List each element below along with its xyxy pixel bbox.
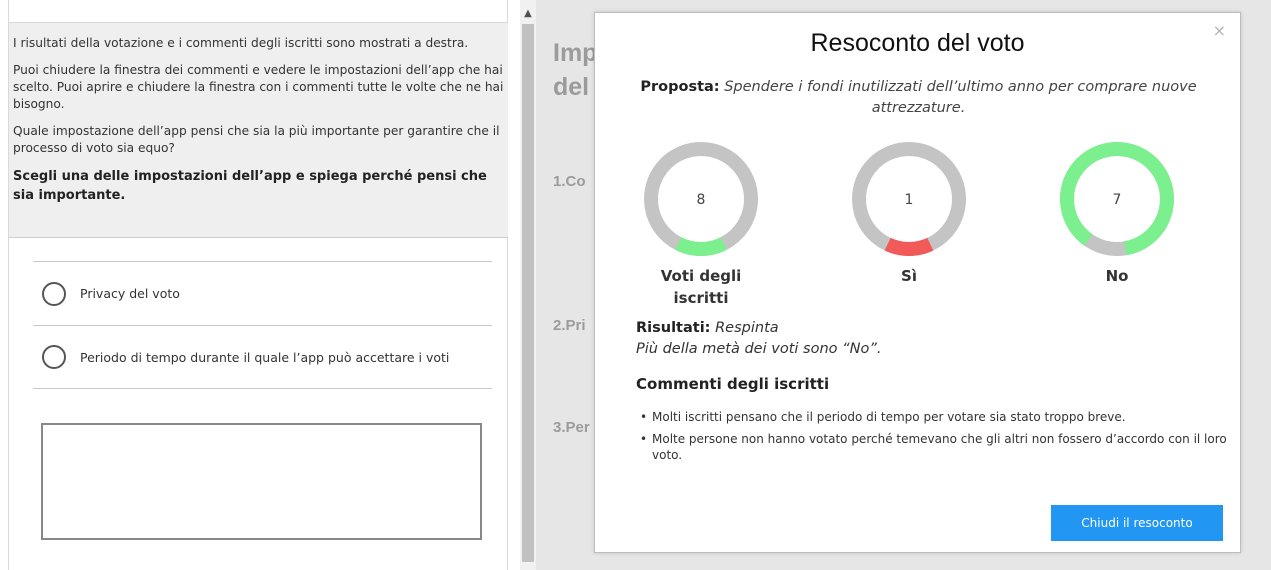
results: Risultati: Respinta Più della metà dei v…: [636, 318, 881, 360]
list-item: Molte persone non hanno votato perché te…: [637, 431, 1227, 463]
donut-svg: 7: [1060, 142, 1174, 256]
instruction-text: Scegli una delle impostazioni dell’app e…: [13, 169, 487, 203]
donut-chart-members: 8: [641, 139, 761, 259]
question-text: Quale impostazione dell’app pensi che si…: [13, 124, 500, 155]
donut-chart-yes: 1: [849, 139, 969, 259]
comments-title: Commenti degli iscritti: [636, 375, 830, 393]
intro-paragraph: Puoi chiudere la finestra dei commenti e…: [13, 63, 504, 111]
background-item: 3.Per: [553, 419, 590, 436]
results-note: Più della metà dei voti sono “No”.: [636, 341, 882, 357]
comments-list: Molti iscritti pensano che il periodo di…: [637, 409, 1227, 469]
proposal-text: Spendere i fondi inutilizzati dell’ultim…: [724, 79, 1197, 116]
question-panel: I risultati della votazione e i commenti…: [8, 0, 508, 570]
donut-svg: 8: [644, 142, 758, 256]
proposal: Proposta: Spendere i fondi inutilizzati …: [635, 77, 1202, 119]
options-list: Privacy del voto Periodo di tempo durant…: [33, 261, 492, 389]
scrollbar[interactable]: ▲: [520, 0, 536, 570]
radio-button[interactable]: [42, 281, 66, 306]
question-box: I risultati della votazione e i commenti…: [9, 22, 508, 238]
donut-value: 7: [1113, 192, 1122, 208]
modal-title: Resoconto del voto: [810, 29, 1025, 57]
close-report-button[interactable]: Chiudi il resoconto: [1051, 505, 1223, 541]
proposal-label: Proposta:: [640, 79, 720, 95]
radio-button[interactable]: [42, 345, 66, 369]
option-privacy[interactable]: Privacy del voto: [33, 261, 492, 325]
intro-paragraph: I risultati della votazione e i commenti…: [13, 36, 469, 50]
scroll-thumb[interactable]: [522, 24, 534, 562]
results-label: Risultati:: [636, 320, 711, 336]
option-label: Periodo di tempo durante il quale l’app …: [80, 349, 450, 365]
background-item: 2.Pri: [553, 317, 586, 334]
donut-chart-no: 7: [1057, 139, 1177, 259]
answer-textarea[interactable]: [41, 423, 482, 540]
donut-value: 1: [905, 192, 914, 208]
scroll-up-icon[interactable]: ▲: [520, 8, 536, 20]
option-time-period[interactable]: Periodo di tempo durante il quale l’app …: [33, 325, 492, 389]
donut-label: Sì: [901, 267, 917, 285]
option-label: Privacy del voto: [80, 286, 180, 301]
donut-svg: 1: [852, 142, 966, 256]
background-item: 1.Co: [553, 173, 586, 190]
donut-value: 8: [697, 192, 706, 208]
vote-report-modal: × Resoconto del voto Proposta: Spendere …: [594, 12, 1241, 553]
donut-label: Voti degli iscritti: [660, 267, 742, 307]
results-value: Respinta: [715, 320, 779, 336]
donut-label: No: [1105, 267, 1129, 285]
list-item: Molti iscritti pensano che il periodo di…: [637, 409, 1227, 425]
background-title: Imp del: [553, 39, 598, 101]
